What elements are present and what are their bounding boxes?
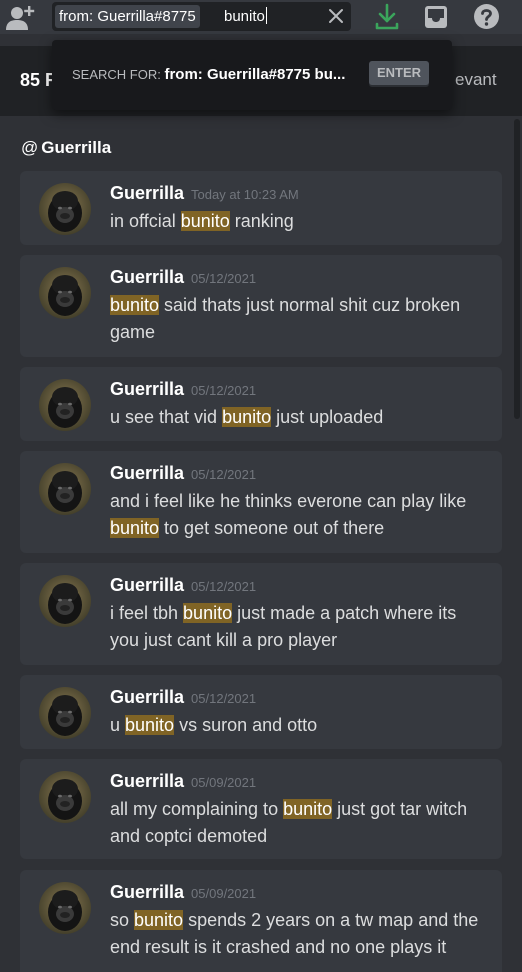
avatar-icon bbox=[39, 379, 91, 431]
avatar[interactable] bbox=[39, 687, 91, 739]
message-text: bunito said thats just normal shit cuz b… bbox=[110, 295, 461, 342]
message-text: u bunito vs suron and otto bbox=[110, 715, 318, 735]
message-text: and i feel like he thinks everone can pl… bbox=[110, 491, 467, 538]
avatar[interactable] bbox=[39, 183, 91, 235]
avatar-icon bbox=[39, 267, 91, 319]
message-timestamp: 05/12/2021 bbox=[191, 467, 257, 482]
search-result-card[interactable]: Guerrilla 05/12/2021 bunito said thats ju… bbox=[20, 255, 502, 357]
message-author[interactable]: Guerrilla 05/12/2021 bbox=[110, 575, 256, 596]
message-timestamp: 05/09/2021 bbox=[191, 775, 257, 790]
message-text: in offcial bunito ranking bbox=[110, 211, 294, 231]
search-result-card[interactable]: Guerrilla 05/12/2021 and i feel like he t… bbox=[20, 451, 502, 553]
search-highlight: bunito bbox=[283, 799, 333, 819]
message-timestamp: 05/12/2021 bbox=[191, 691, 257, 706]
search-for-option[interactable]: SEARCH FOR: from: Guerrilla#8775 bu... bbox=[72, 66, 345, 83]
message-text: i feel tbh bunito just made a patch wher… bbox=[110, 603, 457, 650]
inbox-button[interactable] bbox=[423, 4, 449, 30]
help-icon bbox=[474, 4, 499, 29]
search-input[interactable]: from: Guerrilla#8775 bunito bbox=[52, 2, 351, 31]
search-result-card[interactable]: Guerrilla 05/12/2021 u bunito vs suron an… bbox=[20, 675, 502, 749]
search-result-card[interactable]: Guerrilla Today at 10:23 AM in offcial bu… bbox=[20, 171, 502, 245]
message-timestamp: Today at 10:23 AM bbox=[191, 187, 299, 202]
message-timestamp: 05/12/2021 bbox=[191, 383, 257, 398]
search-highlight: bunito bbox=[110, 295, 160, 315]
message-text: u see that vid bunito just uploaded bbox=[110, 407, 384, 427]
search-result-card[interactable]: Guerrilla 05/12/2021 i feel tbh bunito ju… bbox=[20, 563, 502, 665]
message-author[interactable]: Guerrilla 05/09/2021 bbox=[110, 882, 256, 903]
search-filter-token[interactable]: from: Guerrilla#8775 bbox=[55, 5, 200, 28]
top-bar: from: Guerrilla#8775 bunito bbox=[0, 0, 522, 34]
message-timestamp: 05/12/2021 bbox=[191, 579, 257, 594]
avatar-icon bbox=[39, 575, 91, 627]
message-author[interactable]: Guerrilla 05/12/2021 bbox=[110, 463, 256, 484]
search-highlight: bunito bbox=[110, 518, 160, 538]
avatar[interactable] bbox=[39, 575, 91, 627]
avatar[interactable] bbox=[39, 882, 91, 934]
avatar[interactable] bbox=[39, 771, 91, 823]
channel-label: @ Guerrilla bbox=[21, 138, 111, 158]
message-author[interactable]: Guerrilla 05/12/2021 bbox=[110, 379, 256, 400]
add-friend-button[interactable] bbox=[4, 2, 36, 32]
text-caret bbox=[265, 7, 267, 24]
sort-relevant-tab[interactable]: evant bbox=[455, 70, 497, 90]
results-scrollbar[interactable] bbox=[514, 119, 520, 419]
message-author[interactable]: Guerrilla Today at 10:23 AM bbox=[110, 183, 299, 204]
search-result-card[interactable]: Guerrilla 05/09/2021 all my complaining t… bbox=[20, 759, 502, 859]
search-highlight: bunito bbox=[125, 715, 175, 735]
help-button[interactable] bbox=[473, 3, 500, 30]
search-query: bunito bbox=[224, 7, 267, 25]
download-icon bbox=[375, 3, 399, 30]
message-author[interactable]: Guerrilla 05/12/2021 bbox=[110, 687, 256, 708]
search-highlight: bunito bbox=[183, 603, 233, 623]
at-icon: @ bbox=[21, 138, 39, 157]
message-author[interactable]: Guerrilla 05/12/2021 bbox=[110, 267, 256, 288]
search-result-card[interactable]: Guerrilla 05/12/2021 u see that vid bunit… bbox=[20, 367, 502, 441]
avatar-icon bbox=[39, 771, 91, 823]
enter-key-hint: ENTER bbox=[369, 61, 429, 85]
inbox-icon bbox=[425, 6, 447, 28]
search-highlight: bunito bbox=[180, 211, 230, 231]
search-highlight: bunito bbox=[222, 407, 272, 427]
avatar[interactable] bbox=[39, 463, 91, 515]
channel-name: Guerrilla bbox=[41, 138, 112, 157]
search-suggestion-popout[interactable]: SEARCH FOR: from: Guerrilla#8775 bu... E… bbox=[52, 40, 452, 110]
avatar-icon bbox=[39, 687, 91, 739]
add-friend-icon bbox=[6, 6, 35, 30]
search-highlight: bunito bbox=[134, 910, 184, 930]
search-for-term: from: Guerrilla#8775 bu... bbox=[164, 66, 346, 83]
clear-search-button[interactable] bbox=[327, 7, 345, 25]
message-timestamp: 05/12/2021 bbox=[191, 271, 257, 286]
message-text: so bunito spends 2 years on a tw map and… bbox=[110, 910, 479, 957]
avatar-icon bbox=[39, 463, 91, 515]
download-button[interactable] bbox=[374, 3, 400, 31]
avatar-icon bbox=[39, 882, 91, 934]
message-text: all my complaining to bunito just got ta… bbox=[110, 799, 468, 846]
search-for-label: SEARCH FOR: bbox=[72, 67, 161, 82]
close-icon bbox=[329, 9, 343, 23]
message-timestamp: 05/09/2021 bbox=[191, 886, 257, 901]
avatar[interactable] bbox=[39, 379, 91, 431]
message-author[interactable]: Guerrilla 05/09/2021 bbox=[110, 771, 256, 792]
avatar[interactable] bbox=[39, 267, 91, 319]
avatar-icon bbox=[39, 183, 91, 235]
search-result-card[interactable]: Guerrilla 05/09/2021 so bunito spends 2 y… bbox=[20, 870, 502, 972]
